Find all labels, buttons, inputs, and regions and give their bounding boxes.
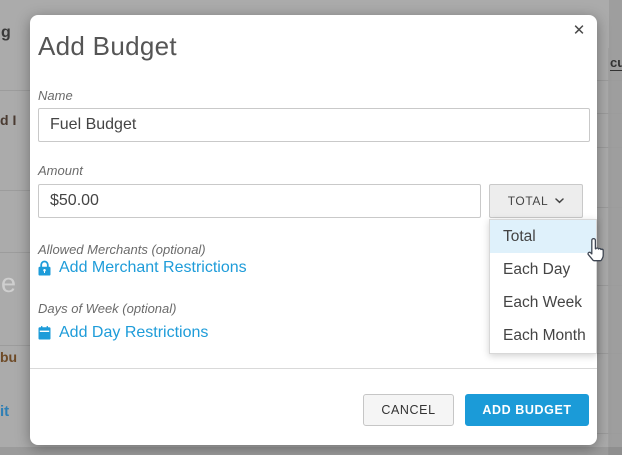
menu-item-each-day[interactable]: Each Day: [490, 253, 596, 286]
add-day-restrictions-link[interactable]: Add Day Restrictions: [38, 324, 208, 342]
bg-text-fragment: d I: [0, 112, 16, 128]
bg-divider: [0, 345, 31, 346]
bg-divider: [0, 190, 31, 191]
period-dropdown-menu: Total Each Day Each Week Each Month: [489, 219, 597, 354]
add-day-restrictions-label: Add Day Restrictions: [59, 324, 208, 342]
bg-divider: [0, 90, 31, 91]
bg-shade: [0, 447, 622, 455]
lock-icon: [38, 260, 51, 276]
close-icon[interactable]: ✕: [568, 20, 590, 42]
name-input[interactable]: [38, 108, 590, 142]
name-label: Name: [38, 88, 73, 103]
bg-divider: [597, 353, 622, 354]
add-merchant-restrictions-link[interactable]: Add Merchant Restrictions: [38, 259, 247, 277]
bg-divider: [597, 113, 622, 114]
footer-divider: [30, 368, 597, 369]
menu-item-each-month[interactable]: Each Month: [490, 320, 596, 353]
bg-divider: [597, 80, 622, 81]
bg-divider: [597, 433, 622, 434]
bg-divider: [597, 147, 622, 148]
bg-text-fragment: g: [1, 24, 11, 42]
bg-text-fragment: cu: [610, 55, 622, 71]
add-budget-modal: Add Budget ✕ Name Amount TOTAL Total Eac…: [30, 15, 597, 445]
chevron-down-icon: [555, 198, 564, 204]
period-dropdown-button[interactable]: TOTAL: [489, 184, 583, 218]
amount-label: Amount: [38, 163, 83, 178]
period-dropdown-label: TOTAL: [508, 194, 549, 208]
bg-text-fragment: bu: [0, 349, 17, 365]
add-merchant-restrictions-label: Add Merchant Restrictions: [59, 259, 247, 277]
amount-input[interactable]: [38, 184, 481, 218]
add-budget-button[interactable]: ADD BUDGET: [465, 394, 589, 426]
days-of-week-label: Days of Week (optional): [38, 301, 177, 316]
menu-item-total[interactable]: Total: [490, 220, 596, 253]
cancel-button[interactable]: CANCEL: [363, 394, 454, 426]
bg-divider: [0, 252, 31, 253]
bg-text-fragment: it: [0, 403, 9, 420]
bg-divider: [608, 48, 609, 455]
bg-divider: [597, 285, 622, 286]
allowed-merchants-label: Allowed Merchants (optional): [38, 242, 206, 257]
bg-text-fragment: e: [1, 268, 16, 299]
modal-title: Add Budget: [38, 31, 177, 62]
page-overlay: g d I e bu it cu Add Budget ✕ Name Amoun…: [0, 0, 622, 455]
menu-item-each-week[interactable]: Each Week: [490, 287, 596, 320]
bg-divider: [597, 207, 622, 208]
calendar-icon: [38, 326, 51, 340]
